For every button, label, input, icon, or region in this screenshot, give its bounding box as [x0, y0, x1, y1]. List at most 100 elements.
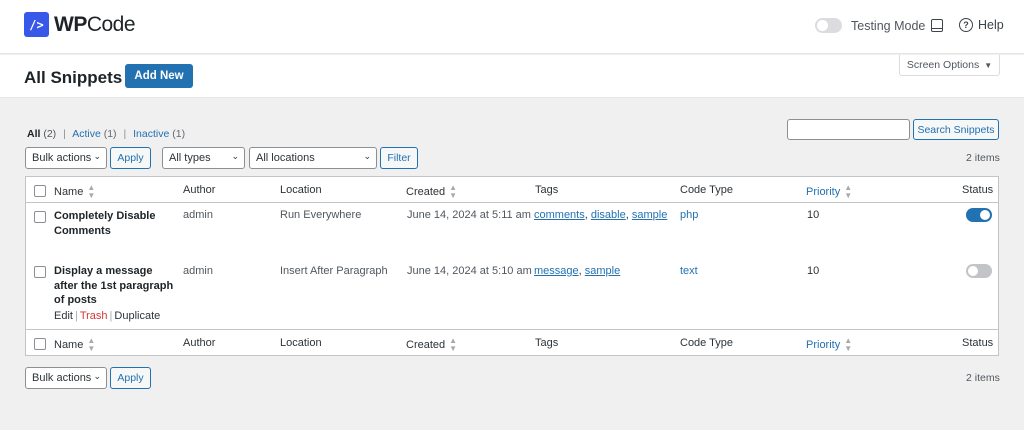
column-tags: Tags	[535, 184, 559, 196]
page-title: All Snippets	[24, 68, 123, 87]
sort-arrows-icon: ▲ ▼	[449, 336, 458, 353]
row-actions: Edit | Trash | Duplicate	[54, 310, 160, 322]
snippet-code-type[interactable]: text	[680, 265, 698, 277]
column-code-type: Code Type	[680, 337, 734, 349]
wpcode-logo-icon: />	[24, 12, 49, 37]
separator: |	[74, 310, 78, 322]
separator: |	[123, 128, 127, 140]
apply-button-bottom[interactable]: Apply	[110, 367, 151, 389]
snippet-title-line: Comments	[54, 224, 111, 237]
row-checkbox[interactable]	[34, 266, 46, 278]
search-input[interactable]	[787, 119, 910, 140]
snippet-title[interactable]: Display a message after the 1st paragrap…	[54, 264, 173, 308]
view-all[interactable]: All	[27, 128, 40, 140]
snippet-priority: 10	[807, 209, 820, 221]
bulk-actions-select-bottom[interactable]: Bulk actions ⌄	[25, 367, 107, 389]
column-location: Location	[280, 337, 322, 349]
testing-mode-label: Testing Mode	[851, 18, 926, 33]
column-tags: Tags	[535, 337, 559, 349]
trash-link[interactable]: Trash	[80, 310, 108, 322]
column-location: Location	[280, 184, 322, 196]
column-created-label: Created	[406, 338, 446, 351]
snippet-created: June 14, 2024 at 5:11 am	[407, 209, 531, 221]
sort-arrows-icon: ▲ ▼	[844, 336, 853, 353]
screen-options-button[interactable]: Screen Options ▼	[899, 55, 1000, 76]
snippet-title-line: Completely Disable	[54, 210, 156, 222]
help-link[interactable]: ? Help	[959, 18, 1004, 32]
column-status: Status	[962, 184, 994, 196]
snippet-author: admin	[183, 209, 213, 221]
column-created[interactable]: Created ▲ ▼	[406, 184, 457, 200]
help-label: Help	[978, 18, 1004, 32]
column-name[interactable]: Name ▲ ▼	[54, 184, 95, 200]
view-inactive-count: (1)	[172, 128, 186, 140]
column-name[interactable]: Name ▲ ▼	[54, 337, 95, 353]
column-code-type: Code Type	[680, 184, 734, 196]
column-priority-label: Priority	[806, 185, 841, 198]
separator: |	[109, 310, 113, 322]
help-circle-icon: ?	[959, 18, 973, 32]
view-all-count: (2)	[43, 128, 57, 140]
snippet-title-line: Display a message	[54, 265, 153, 277]
sort-arrows-icon: ▲ ▼	[449, 183, 458, 200]
view-active-count: (1)	[103, 128, 117, 140]
column-status: Status	[962, 337, 994, 349]
view-active[interactable]: Active	[72, 128, 101, 140]
column-priority[interactable]: Priority ▲ ▼	[806, 337, 852, 353]
snippet-title-line: of posts	[54, 294, 97, 306]
divider	[26, 202, 998, 203]
add-new-button[interactable]: Add New	[125, 64, 193, 88]
panel-icon[interactable]	[931, 19, 943, 32]
logo-text-bold: WP	[54, 12, 87, 36]
tag-link[interactable]: disable	[591, 209, 626, 221]
chevron-down-icon: ⌄	[93, 151, 101, 161]
status-toggle[interactable]	[966, 208, 992, 222]
snippet-location: Run Everywhere	[280, 209, 362, 221]
select-all-checkbox[interactable]	[34, 185, 46, 197]
snippet-tags: comments, disable, sample	[534, 209, 667, 221]
testing-mode[interactable]: Testing Mode	[815, 18, 925, 33]
bulk-actions-select[interactable]: Bulk actions ⌄	[25, 147, 107, 169]
snippet-tags: message, sample	[534, 265, 620, 277]
search-snippets-button[interactable]: Search Snippets	[913, 119, 999, 140]
items-count-bottom: 2 items	[966, 372, 1000, 384]
status-toggle[interactable]	[966, 264, 992, 278]
tag-link[interactable]: sample	[632, 209, 667, 221]
sort-arrows-icon: ▲ ▼	[844, 183, 853, 200]
apply-button[interactable]: Apply	[110, 147, 151, 169]
type-select-value: All types	[169, 152, 211, 164]
snippets-table: Name ▲ ▼ Author Location Created ▲ ▼ Tags Co…	[25, 176, 999, 356]
tag-link[interactable]: comments	[534, 209, 585, 221]
wpcode-logo[interactable]: /> WPCode	[24, 12, 136, 37]
column-created[interactable]: Created ▲ ▼	[406, 337, 457, 353]
location-select[interactable]: All locations ⌄	[249, 147, 377, 169]
tag-link[interactable]: sample	[585, 265, 620, 277]
select-all-checkbox[interactable]	[34, 338, 46, 350]
location-select-value: All locations	[256, 152, 315, 164]
testing-mode-toggle[interactable]	[815, 18, 842, 33]
view-filters: All (2) | Active (1) | Inactive (1)	[27, 128, 185, 140]
snippet-title[interactable]: Completely Disable Comments	[54, 209, 155, 238]
view-inactive[interactable]: Inactive	[133, 128, 169, 140]
sort-arrows-icon: ▲ ▼	[87, 183, 96, 200]
edit-link[interactable]: Edit	[54, 310, 73, 322]
row-checkbox[interactable]	[34, 211, 46, 223]
separator: |	[63, 128, 66, 140]
filter-button[interactable]: Filter	[380, 147, 418, 169]
snippet-created: June 14, 2024 at 5:10 am	[407, 265, 532, 277]
snippet-author: admin	[183, 265, 213, 277]
tag-link[interactable]: message	[534, 265, 579, 277]
snippet-code-type[interactable]: php	[680, 209, 698, 221]
type-select[interactable]: All types ⌄	[162, 147, 245, 169]
caret-down-icon: ▼	[984, 60, 993, 70]
column-name-label: Name	[54, 185, 84, 198]
column-priority[interactable]: Priority ▲ ▼	[806, 184, 852, 200]
sort-arrows-icon: ▲ ▼	[87, 336, 96, 353]
snippet-title-line: after the 1st paragraph	[54, 279, 174, 292]
snippet-priority: 10	[807, 265, 820, 277]
duplicate-link[interactable]: Duplicate	[114, 310, 160, 322]
column-name-label: Name	[54, 338, 84, 351]
divider	[26, 329, 998, 330]
column-priority-label: Priority	[806, 338, 841, 351]
snippet-location: Insert After Paragraph	[280, 265, 388, 277]
